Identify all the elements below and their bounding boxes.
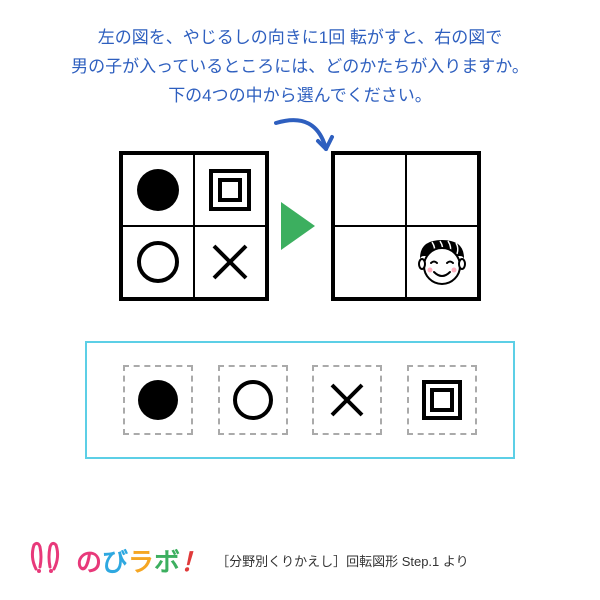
- instruction-line: 左の図を、やじるしの向きに1回 転がすと、右の図で: [30, 24, 570, 53]
- triangle-right-icon: [281, 202, 315, 250]
- instruction-text: 左の図を、やじるしの向きに1回 転がすと、右の図で 男の子が入っているところには…: [0, 0, 600, 121]
- instruction-line: 下の4つの中から選んでください。: [30, 82, 570, 111]
- cross-icon: [326, 379, 368, 421]
- footer-meta: ［分野別くりかえし］回転図形 Step.1 より: [216, 551, 469, 570]
- grid-cell-br: [406, 226, 478, 298]
- cross-icon: [208, 240, 252, 284]
- filled-circle-icon: [135, 377, 181, 423]
- grid-cell-bl: [122, 226, 194, 298]
- left-grid: [119, 151, 269, 301]
- grid-cell-bl: [334, 226, 406, 298]
- double-square-icon: [420, 378, 464, 422]
- brand-char: の: [76, 547, 102, 577]
- brand-char: ！: [180, 547, 206, 577]
- brand-char: ラ: [128, 547, 154, 577]
- right-grid: [331, 151, 481, 301]
- choice-1[interactable]: [123, 365, 193, 435]
- brand-char: ボ: [154, 547, 180, 577]
- double-square-icon: [207, 167, 253, 213]
- grid-cell-tl: [334, 154, 406, 226]
- grid-cell-tr: [406, 154, 478, 226]
- footer: のびラボ！ ［分野別くりかえし］回転図形 Step.1 より: [26, 539, 469, 582]
- grid-cell-tr: [194, 154, 266, 226]
- circle-icon: [134, 238, 182, 286]
- diagram-area: [0, 151, 600, 301]
- brand-logo: のびラボ！: [76, 542, 206, 579]
- choice-3[interactable]: [312, 365, 382, 435]
- filled-circle-icon: [134, 166, 182, 214]
- boy-face-icon: [414, 234, 470, 290]
- grid-cell-tl: [122, 154, 194, 226]
- rotation-arrow-icon: [268, 115, 338, 175]
- circle-icon: [230, 377, 276, 423]
- brand-char: び: [102, 547, 128, 577]
- choices-box: [85, 341, 515, 459]
- bunny-logo-icon: [26, 539, 64, 582]
- choice-4[interactable]: [407, 365, 477, 435]
- instruction-line: 男の子が入っているところには、どのかたちが入りますか。: [30, 53, 570, 82]
- grid-cell-br: [194, 226, 266, 298]
- choice-2[interactable]: [218, 365, 288, 435]
